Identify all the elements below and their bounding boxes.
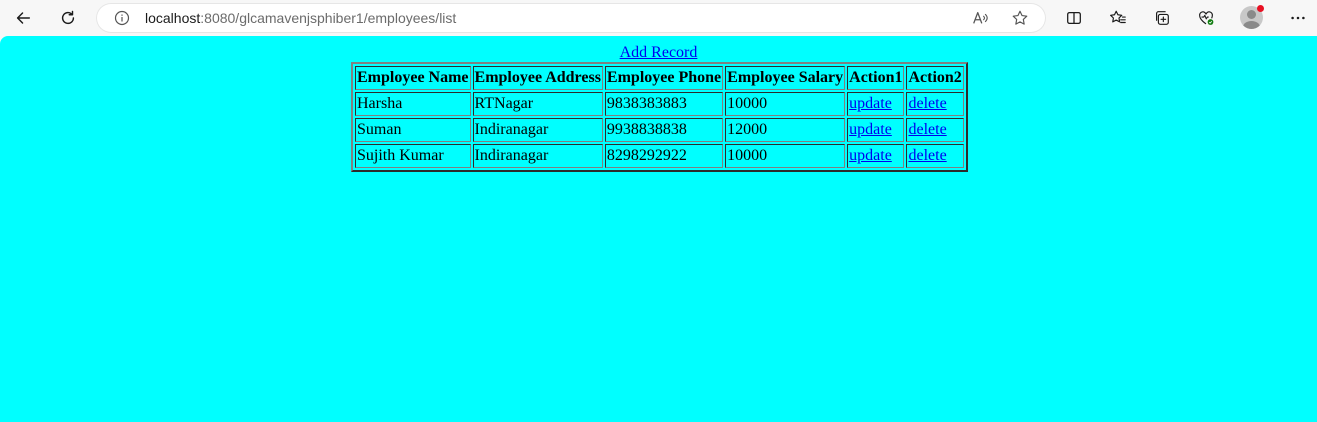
header-employee-address: Employee Address [472,66,603,90]
employees-table: Employee Name Employee Address Employee … [351,62,968,172]
update-link[interactable]: update [849,147,892,164]
url-path: :8080/glcamavenjsphiber1/employees/list [200,10,457,26]
cell-name: Sujith Kumar [355,144,471,168]
profile-notification-dot [1257,5,1264,12]
cell-phone: 9938838838 [604,118,724,142]
browser-toolbar: localhost:8080/glcamavenjsphiber1/employ… [0,0,1317,36]
url-host: localhost [145,10,201,26]
header-employee-phone: Employee Phone [604,66,724,90]
cell-salary: 10000 [725,92,846,116]
cell-action1: update [847,92,905,116]
table-row: Sujith Kumar Indiranagar 8298292922 1000… [355,144,964,168]
cell-salary: 12000 [725,118,846,142]
info-icon[interactable] [113,9,131,27]
delete-link[interactable]: delete [908,95,946,112]
table-row: Harsha RTNagar 9838383883 10000 update d… [355,92,964,116]
add-record-link[interactable]: Add Record [620,44,698,61]
cell-name: Harsha [355,92,471,116]
header-action2: Action2 [906,66,964,90]
delete-link[interactable]: delete [908,147,946,164]
collections-icon[interactable] [1148,4,1176,32]
cell-address: Indiranagar [472,144,603,168]
favorite-star-icon[interactable] [1010,8,1030,28]
cell-phone: 8298292922 [604,144,724,168]
read-aloud-icon[interactable] [970,8,990,28]
table-header-row: Employee Name Employee Address Employee … [355,66,964,90]
header-action1: Action1 [847,66,905,90]
cell-action2: delete [906,118,964,142]
url-text[interactable]: localhost:8080/glcamavenjsphiber1/employ… [145,10,456,26]
cell-name: Suman [355,118,471,142]
update-link[interactable]: update [849,121,892,138]
back-icon[interactable] [9,4,37,32]
performance-icon[interactable] [1192,4,1220,32]
split-screen-icon[interactable] [1060,4,1088,32]
cell-action2: delete [906,144,964,168]
more-icon[interactable] [1284,4,1312,32]
cell-action1: update [847,118,905,142]
address-bar[interactable]: localhost:8080/glcamavenjsphiber1/employ… [96,3,1046,33]
cell-address: RTNagar [472,92,603,116]
add-record-row: Add Record [0,44,1317,62]
refresh-icon[interactable] [54,4,82,32]
favorites-icon[interactable] [1104,4,1132,32]
cell-action2: delete [906,92,964,116]
header-employee-name: Employee Name [355,66,471,90]
table-row: Suman Indiranagar 9938838838 12000 updat… [355,118,964,142]
update-link[interactable]: update [849,95,892,112]
cell-action1: update [847,144,905,168]
cell-address: Indiranagar [472,118,603,142]
header-employee-salary: Employee Salary [725,66,846,90]
cell-phone: 9838383883 [604,92,724,116]
page-viewport: Add Record Employee Name Employee Addres… [0,36,1317,422]
delete-link[interactable]: delete [908,121,946,138]
cell-salary: 10000 [725,144,846,168]
